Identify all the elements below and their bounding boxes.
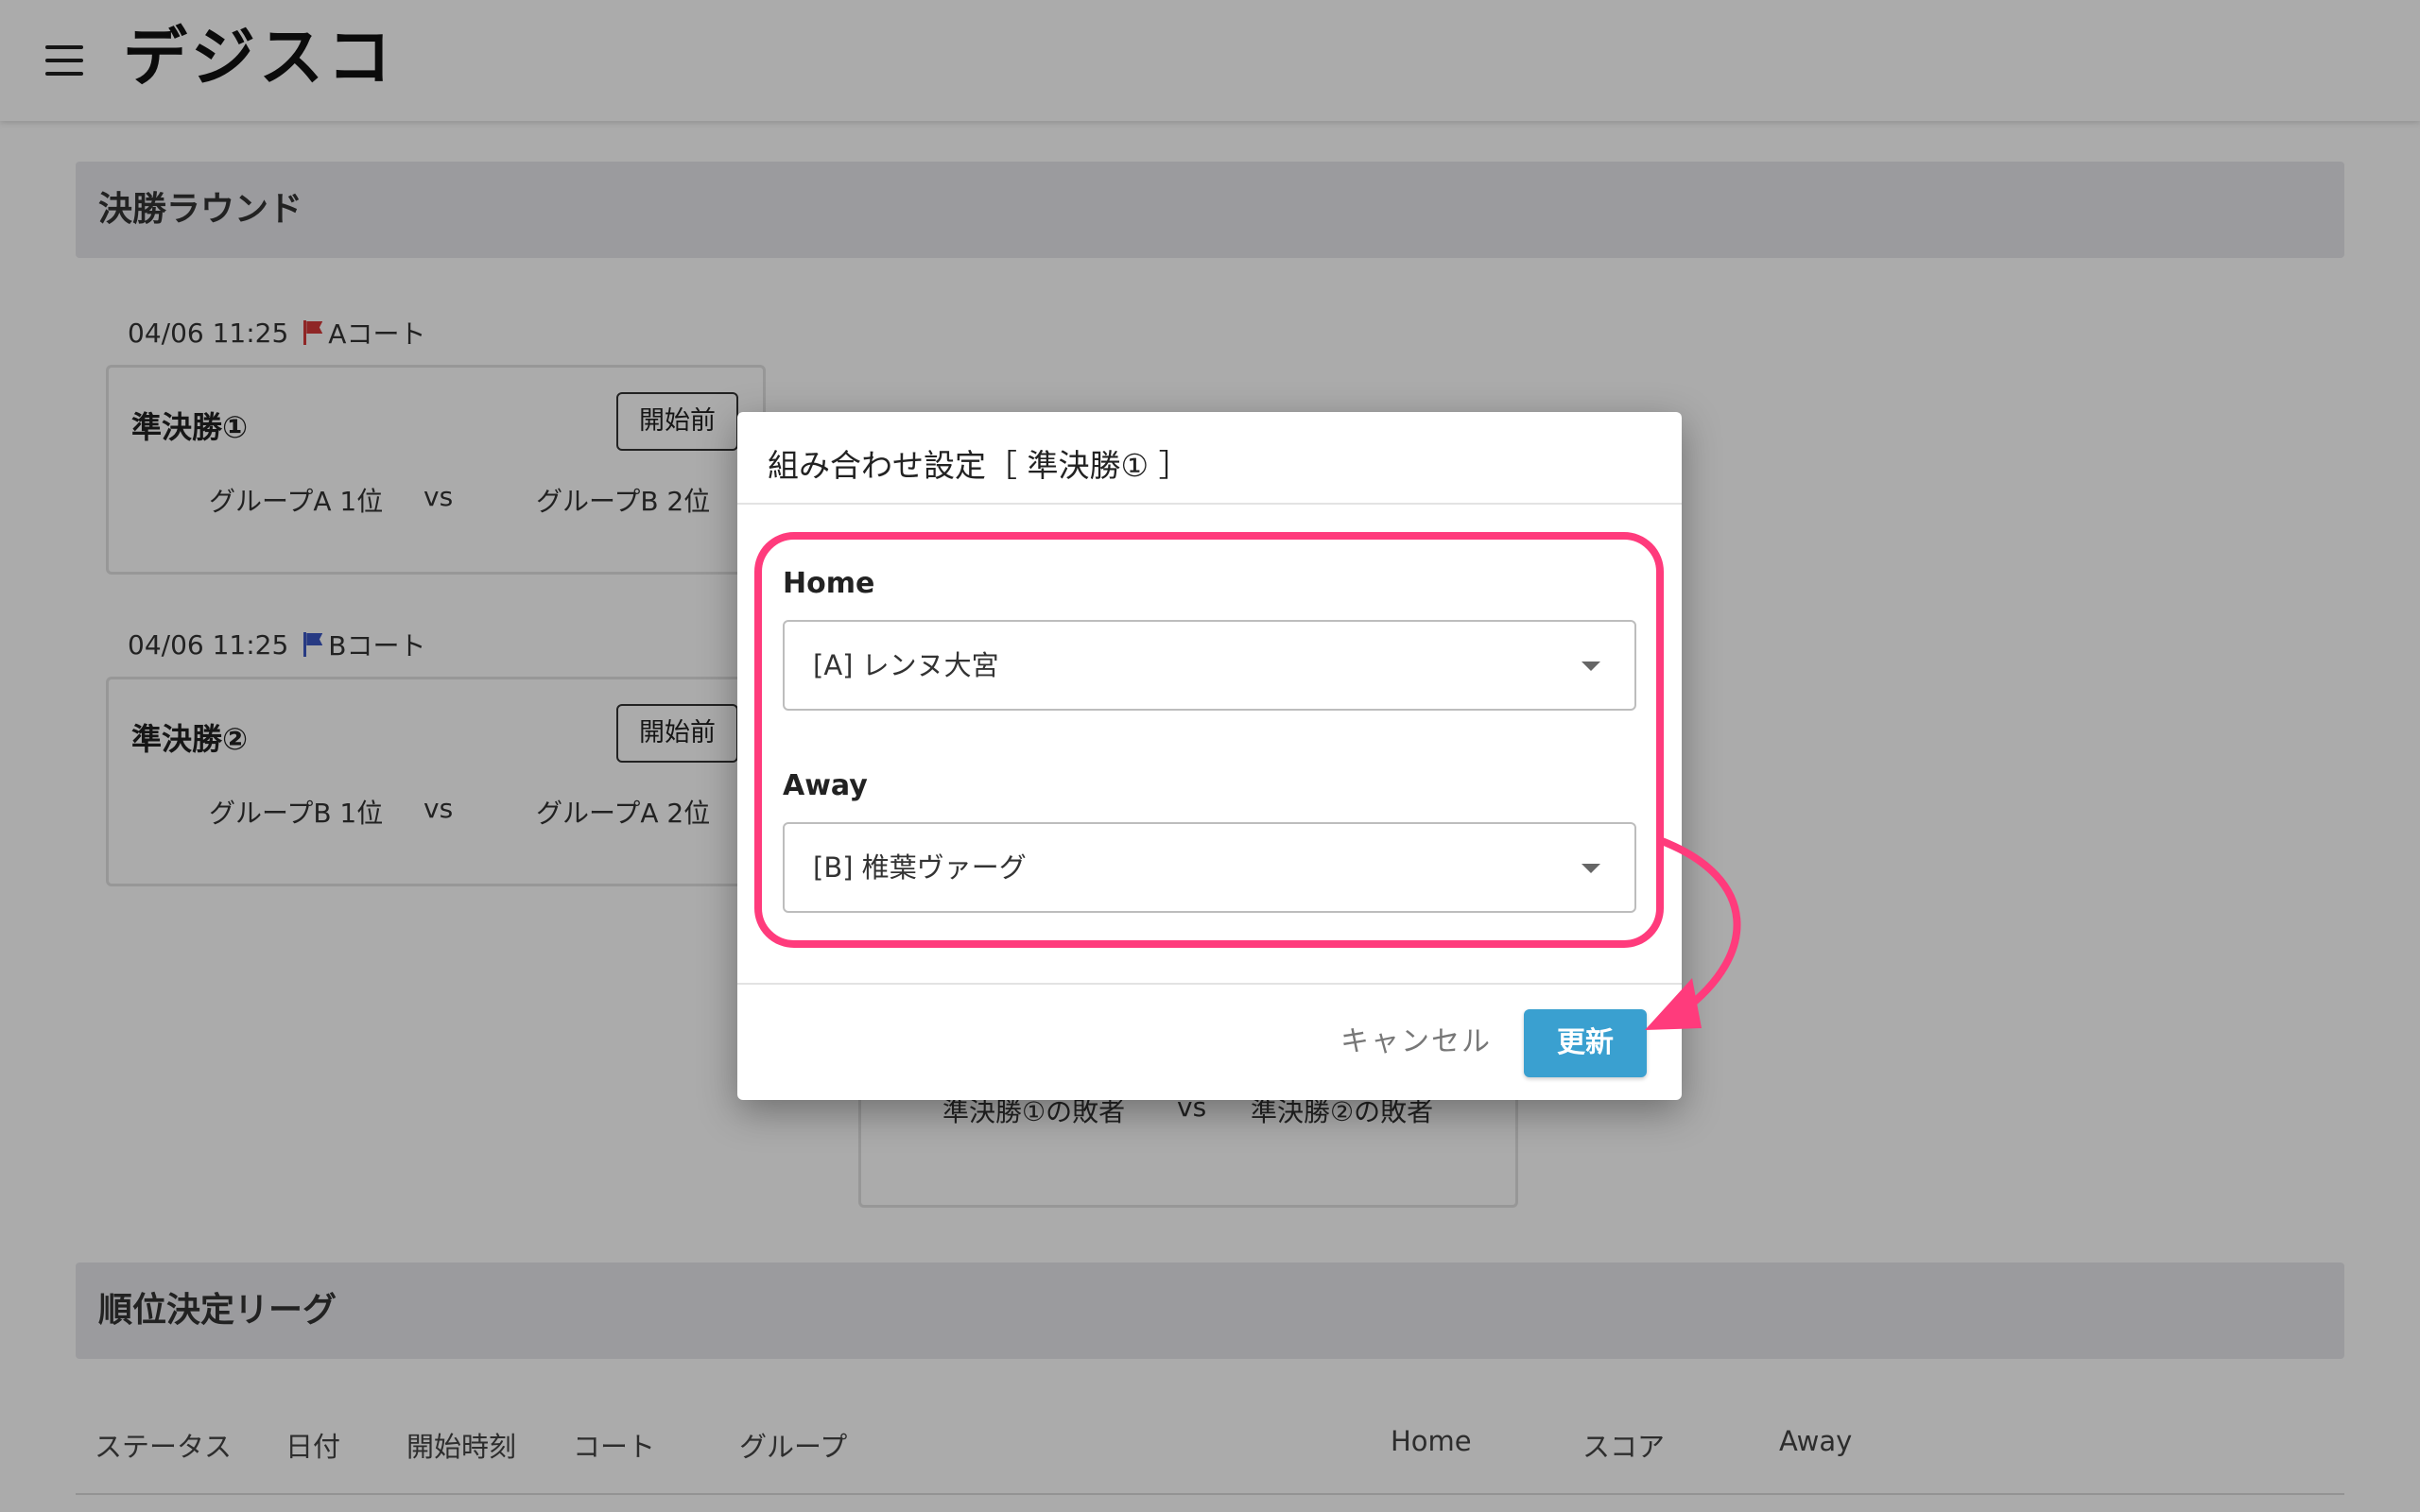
home-select[interactable]: [A] レンヌ大宮 bbox=[783, 620, 1636, 711]
dialog-title: 組み合わせ設定［ 準決勝① ］ bbox=[768, 447, 1190, 484]
away-label: Away bbox=[783, 769, 868, 802]
away-select[interactable]: [B] 椎葉ヴァーグ bbox=[783, 822, 1636, 913]
chevron-down-icon bbox=[1582, 662, 1600, 671]
chevron-down-icon bbox=[1582, 864, 1600, 873]
cancel-button[interactable]: キャンセル bbox=[1333, 1009, 1499, 1075]
dialog-divider bbox=[737, 503, 1682, 505]
away-select-value: [B] 椎葉ヴァーグ bbox=[813, 851, 1027, 884]
home-label: Home bbox=[783, 567, 875, 600]
home-select-value: [A] レンヌ大宮 bbox=[813, 649, 999, 681]
dialog-divider bbox=[737, 983, 1682, 985]
matchup-dialog: 組み合わせ設定［ 準決勝① ］ Home [A] レンヌ大宮 Away [B] … bbox=[737, 412, 1682, 1100]
update-button[interactable]: 更新 bbox=[1524, 1009, 1647, 1077]
